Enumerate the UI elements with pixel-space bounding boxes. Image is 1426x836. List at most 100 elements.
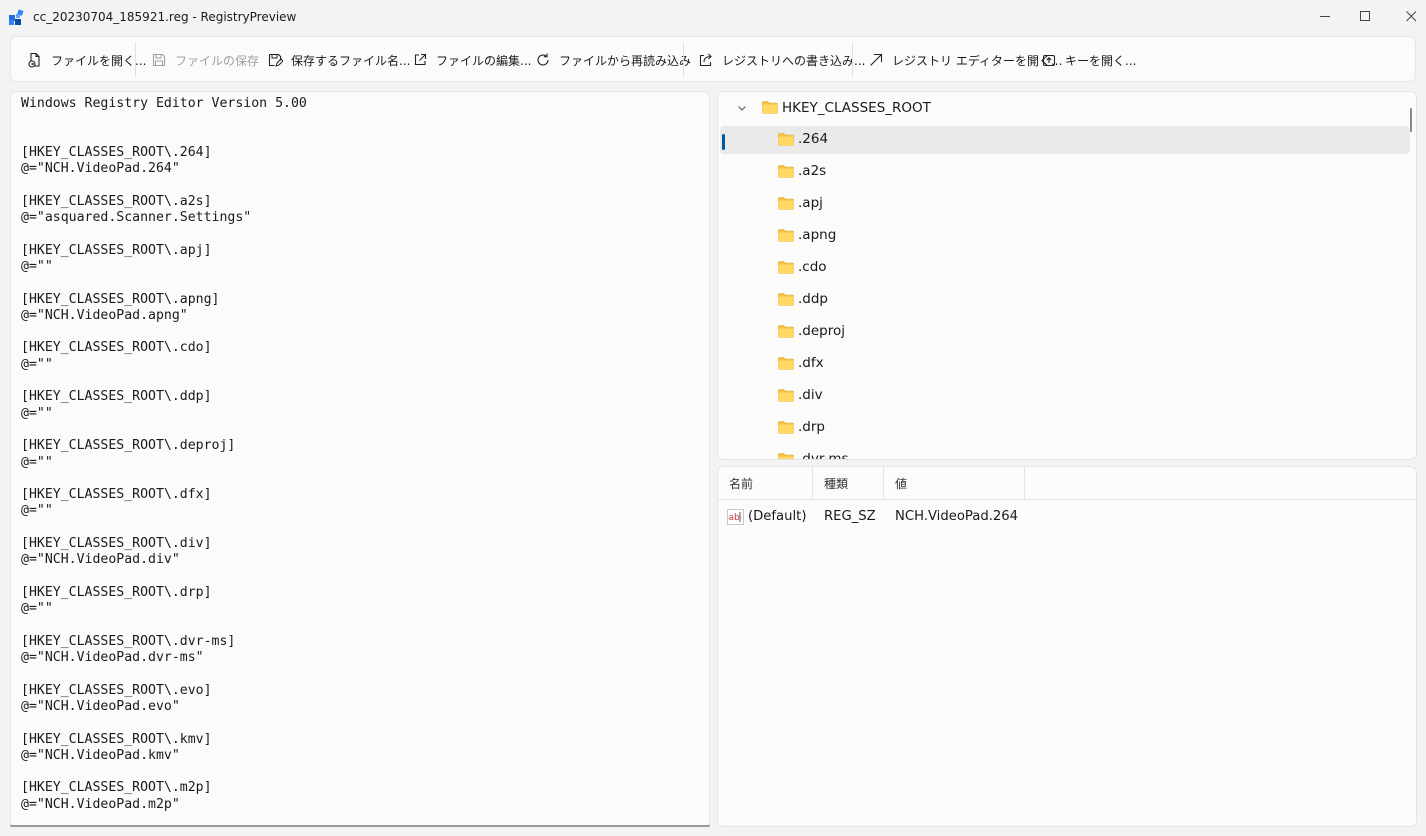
tree-item-label: .dvr-ms <box>798 451 849 460</box>
editor-line: [HKEY_CLASSES_ROOT\.cdo] <box>21 340 212 356</box>
editor-line: [HKEY_CLASSES_ROOT\.dfx] <box>21 487 212 503</box>
editor-line: @="" <box>21 356 53 372</box>
window-title: cc_20230704_185921.reg - RegistryPreview <box>33 10 297 24</box>
editor-line: @="" <box>21 454 53 470</box>
open-key-icon <box>1042 54 1056 67</box>
column-header-name[interactable]: 名前 <box>718 467 813 499</box>
editor-content[interactable]: Windows Registry Editor Version 5.00 [HKE… <box>21 96 307 813</box>
editor-line: [HKEY_CLASSES_ROOT\.drp] <box>21 584 212 600</box>
editor-line: [HKEY_CLASSES_ROOT\.a2s] <box>21 193 212 209</box>
tree-item-label: .ddp <box>798 291 828 307</box>
editor-line: [HKEY_CLASSES_ROOT\.apng] <box>21 291 220 307</box>
edit-file-button[interactable]: ファイルの編集... <box>406 45 537 75</box>
command-bar: ファイルを開く... ファイルの保存 保存するファイル名... ファイルの編集.… <box>10 36 1416 82</box>
folder-icon <box>778 229 794 242</box>
close-button[interactable] <box>1388 0 1426 32</box>
open-file-label: ファイルを開く... <box>51 53 147 68</box>
maximize-icon <box>1359 10 1370 21</box>
folder-icon <box>778 421 794 434</box>
save-as-button[interactable]: 保存するファイル名... <box>261 45 416 75</box>
open-key-button[interactable]: キーを開く... <box>1035 45 1142 75</box>
save-icon <box>152 53 166 67</box>
tree-item-label: .264 <box>798 131 829 147</box>
column-header-type-label: 種類 <box>824 476 849 491</box>
editor-line: @="NCH.VideoPad.264" <box>21 161 180 177</box>
registry-preview-app-icon <box>9 9 24 25</box>
tree-item[interactable]: .dvr-ms <box>720 446 1410 460</box>
tree-item-label: .cdo <box>798 259 827 275</box>
folder-icon <box>778 293 794 306</box>
close-icon <box>1405 10 1416 21</box>
tree-item[interactable]: .drp <box>720 414 1410 442</box>
registry-tree-view[interactable]: HKEY_CLASSES_ROOT .264 .a2s .apj .apng .cdo.… <box>717 91 1417 460</box>
refresh-icon <box>537 53 549 66</box>
value-name: (Default) <box>748 509 807 524</box>
tree-item[interactable]: .cdo <box>720 254 1410 282</box>
folder-icon <box>778 133 794 146</box>
minimize-icon <box>1319 15 1330 17</box>
tree-item[interactable]: .apj <box>720 190 1410 218</box>
column-header-value[interactable]: 値 <box>884 467 1025 499</box>
tree-scrollbar[interactable] <box>1410 108 1412 132</box>
write-registry-button[interactable]: レジストリへの書き込み... <box>692 45 871 75</box>
registry-text-editor[interactable]: Windows Registry Editor Version 5.00 [HKE… <box>10 91 710 827</box>
editor-line: [HKEY_CLASSES_ROOT\.dvr-ms] <box>21 633 236 649</box>
toolbar-separator <box>852 42 853 76</box>
editor-line: @="" <box>21 405 53 421</box>
tree-item[interactable]: .dfx <box>720 350 1410 378</box>
open-file-icon <box>28 52 40 68</box>
editor-line: [HKEY_CLASSES_ROOT\.ddp] <box>21 389 212 405</box>
folder-icon <box>778 261 794 274</box>
chevron-down-icon[interactable] <box>736 102 748 114</box>
tree-item[interactable]: .div <box>720 382 1410 410</box>
editor-line: [HKEY_CLASSES_ROOT\.deproj] <box>21 438 236 454</box>
save-file-button[interactable]: ファイルの保存 <box>145 45 265 75</box>
editor-line: [HKEY_CLASSES_ROOT\.264] <box>21 144 212 160</box>
tree-item[interactable]: .deproj <box>720 318 1410 346</box>
column-header-type[interactable]: 種類 <box>813 467 884 499</box>
editor-line: [HKEY_CLASSES_ROOT\.m2p] <box>21 780 212 796</box>
reload-label: ファイルから再読み込み <box>559 53 692 68</box>
editor-line: @="NCH.VideoPad.div" <box>21 552 180 568</box>
tree-item[interactable]: .a2s <box>720 158 1410 186</box>
write-registry-label: レジストリへの書き込み... <box>722 53 866 68</box>
open-file-button[interactable]: ファイルを開く... <box>21 45 152 75</box>
tree-item[interactable]: .ddp <box>720 286 1410 314</box>
reload-button[interactable]: ファイルから再読み込み <box>529 45 697 75</box>
header-divider <box>718 499 1416 500</box>
editor-focus-underline <box>10 825 710 827</box>
folder-icon <box>778 165 794 178</box>
registry-values-list[interactable]: 名前 種類 値 ab (Default) REG_SZ NCH.VideoPad… <box>717 466 1417 827</box>
folder-icon <box>778 357 794 370</box>
tree-item-label: .apng <box>798 227 837 243</box>
value-row[interactable]: ab (Default) REG_SZ NCH.VideoPad.264 <box>718 504 1416 530</box>
tree-item[interactable]: .apng <box>720 222 1410 250</box>
folder-icon <box>778 197 794 210</box>
save-as-icon <box>268 53 283 67</box>
edit-external-icon <box>414 53 427 66</box>
editor-line: @="NCH.VideoPad.apng" <box>21 307 188 323</box>
share-icon <box>699 53 712 67</box>
tree-item-label: .apj <box>798 195 823 211</box>
editor-line: @="NCH.VideoPad.kmv" <box>21 747 180 763</box>
save-file-label: ファイルの保存 <box>175 53 260 68</box>
editor-line: [HKEY_CLASSES_ROOT\.apj] <box>21 242 212 258</box>
tree-root-item[interactable]: HKEY_CLASSES_ROOT <box>718 92 1416 124</box>
tree-item[interactable]: .264 <box>720 126 1410 154</box>
tree-item-label: .deproj <box>798 323 845 339</box>
editor-line: [HKEY_CLASSES_ROOT\.div] <box>21 536 212 552</box>
maximize-button[interactable] <box>1342 0 1388 32</box>
editor-line: Windows Registry Editor Version 5.00 <box>21 96 307 111</box>
